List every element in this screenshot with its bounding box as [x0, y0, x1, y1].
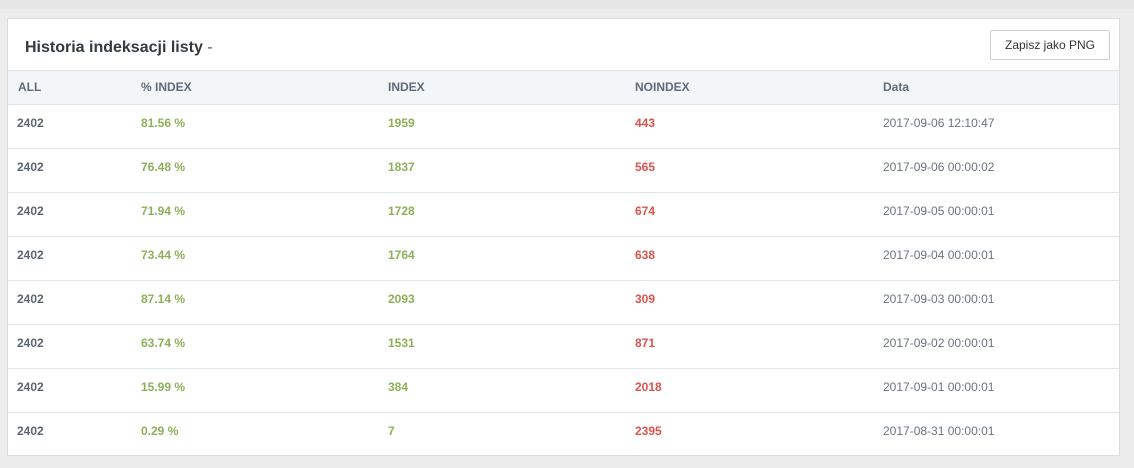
cell-index: 1728	[388, 192, 635, 237]
table-row: 2402 63.74 % 1531 871 2017-09-02 00:00:0…	[8, 324, 1119, 369]
cell-date: 2017-09-02 00:00:01	[883, 324, 1119, 369]
cell-index-percent: 0.29 %	[141, 423, 179, 438]
column-header-all[interactable]: ALL	[8, 71, 141, 105]
table-row: 2402 71.94 % 1728 674 2017-09-05 00:00:0…	[8, 192, 1119, 237]
table-row: 2402 0.29 % 7 2395 2017-08-31 00:00:01	[8, 412, 1119, 456]
top-strip	[0, 0, 1134, 9]
cell-index-percent: 76.48 %	[141, 148, 388, 193]
cell-all: 2402	[8, 368, 141, 413]
cell-date: 2017-09-05 00:00:01	[883, 192, 1119, 237]
cell-date: 2017-08-31 00:00:01	[883, 423, 995, 438]
cell-noindex: 443	[635, 104, 883, 149]
indexing-history-table: ALL % INDEX INDEX NOINDEX Data 2402 81.5…	[8, 71, 1119, 456]
cell-all: 2402	[17, 423, 44, 438]
save-as-png-button[interactable]: Zapisz jako PNG	[990, 30, 1110, 60]
cell-index: 1531	[388, 324, 635, 369]
cell-index: 7	[388, 423, 395, 438]
cell-index: 1959	[388, 104, 635, 149]
cell-all: 2402	[8, 192, 141, 237]
cell-all: 2402	[8, 236, 141, 281]
cell-index-percent: 73.44 %	[141, 236, 388, 281]
cell-date: 2017-09-01 00:00:01	[883, 368, 1119, 413]
cell-noindex: 2018	[635, 368, 883, 413]
cell-index: 384	[388, 368, 635, 413]
table-row: 2402 81.56 % 1959 443 2017-09-06 12:10:4…	[8, 104, 1119, 149]
panel-title-text: Historia indeksacji listy	[25, 39, 203, 56]
cell-all: 2402	[8, 148, 141, 193]
cell-all: 2402	[8, 324, 141, 369]
cell-noindex: 674	[635, 192, 883, 237]
cell-index-percent: 81.56 %	[141, 104, 388, 149]
cell-index: 1837	[388, 148, 635, 193]
table-row: 2402 73.44 % 1764 638 2017-09-04 00:00:0…	[8, 236, 1119, 281]
column-header-noindex[interactable]: NOINDEX	[635, 71, 883, 105]
column-header-index-percent[interactable]: % INDEX	[141, 71, 388, 105]
redacted-list-name	[219, 36, 364, 58]
title-separator: -	[202, 39, 218, 56]
table-header-row: ALL % INDEX INDEX NOINDEX Data	[8, 71, 1119, 105]
cell-date: 2017-09-06 00:00:02	[883, 148, 1119, 193]
cell-all: 2402	[8, 280, 141, 325]
cell-all: 2402	[8, 104, 141, 149]
cell-date: 2017-09-04 00:00:01	[883, 236, 1119, 281]
cell-noindex: 565	[635, 148, 883, 193]
column-header-index[interactable]: INDEX	[388, 71, 635, 105]
cell-noindex: 871	[635, 324, 883, 369]
cell-index: 1764	[388, 236, 635, 281]
cell-date: 2017-09-03 00:00:01	[883, 280, 1119, 325]
cell-index-percent: 87.14 %	[141, 280, 388, 325]
table-row: 2402 87.14 % 2093 309 2017-09-03 00:00:0…	[8, 280, 1119, 325]
cell-index: 2093	[388, 280, 635, 325]
cell-noindex: 309	[635, 280, 883, 325]
cell-index-percent: 71.94 %	[141, 192, 388, 237]
table-row: 2402 15.99 % 384 2018 2017-09-01 00:00:0…	[8, 368, 1119, 413]
panel-header: Historia indeksacji listy - Zapisz jako …	[8, 19, 1119, 71]
panel-title: Historia indeksacji listy -	[25, 36, 364, 58]
cell-date: 2017-09-06 12:10:47	[883, 104, 1119, 149]
cell-noindex: 638	[635, 236, 883, 281]
cell-index-percent: 15.99 %	[141, 368, 388, 413]
column-header-date[interactable]: Data	[883, 71, 1119, 105]
cell-index-percent: 63.74 %	[141, 324, 388, 369]
cell-noindex: 2395	[635, 423, 662, 438]
indexing-history-panel: Historia indeksacji listy - Zapisz jako …	[7, 18, 1120, 456]
table-row: 2402 76.48 % 1837 565 2017-09-06 00:00:0…	[8, 148, 1119, 193]
